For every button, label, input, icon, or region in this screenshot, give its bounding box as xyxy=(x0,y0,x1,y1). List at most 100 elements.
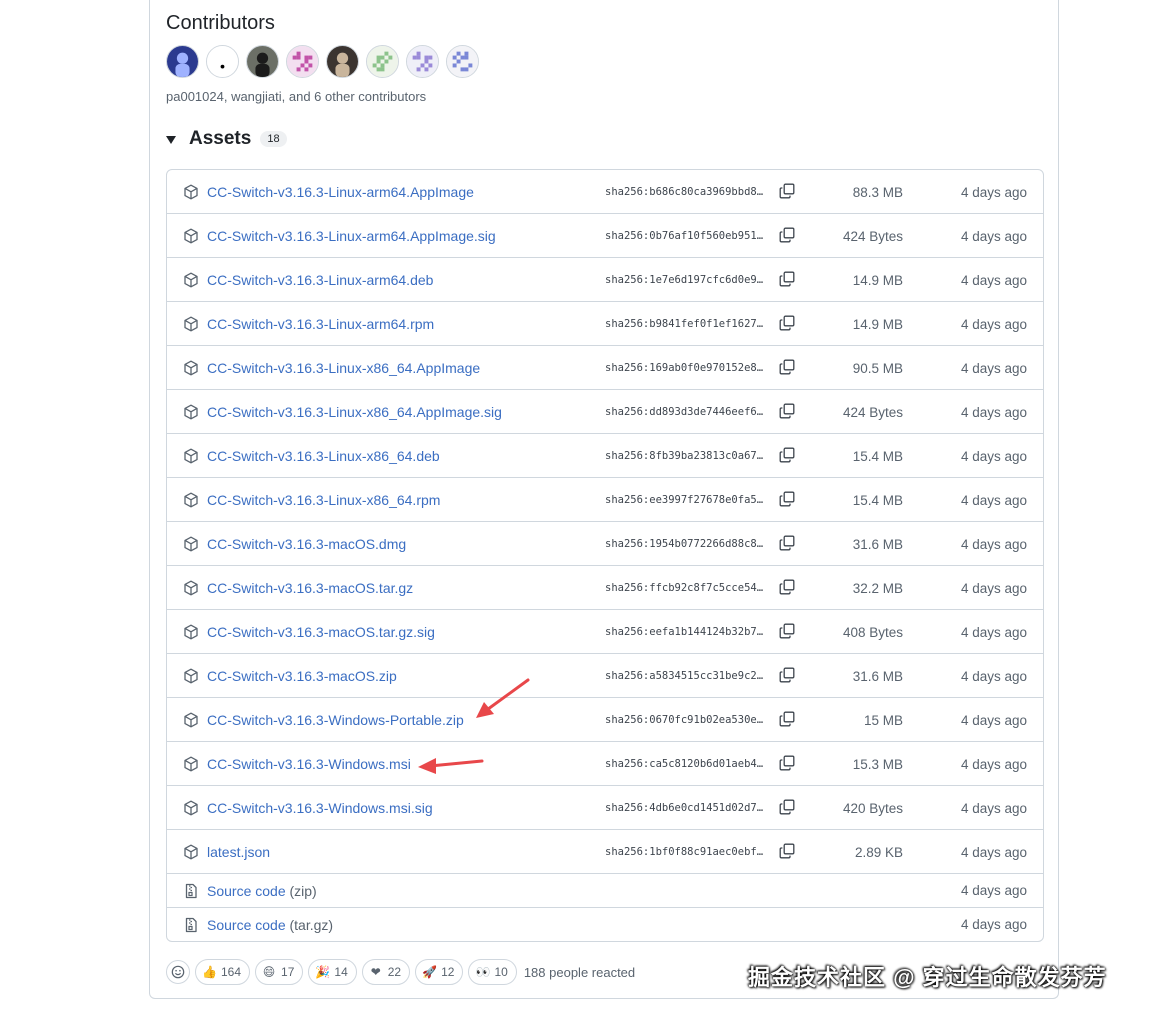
asset-sha256: sha256:ffcb92c8f7c5cce54… xyxy=(605,582,764,594)
asset-download-link[interactable]: CC-Switch-v3.16.3-Linux-x86_64.AppImage xyxy=(207,360,480,376)
copy-icon[interactable] xyxy=(779,491,797,509)
asset-row: CC-Switch-v3.16.3-Linux-x86_64.deb sha25… xyxy=(167,434,1043,478)
asset-sha256: sha256:1954b0772266d88c8… xyxy=(605,538,764,550)
asset-download-link[interactable]: CC-Switch-v3.16.3-Windows-Portable.zip xyxy=(207,712,464,728)
copy-icon[interactable] xyxy=(779,315,797,333)
source-code-link[interactable]: Source code (zip) xyxy=(207,883,317,899)
reaction-button[interactable]: 👀 10 xyxy=(468,959,517,985)
asset-size: 424 Bytes xyxy=(842,229,903,244)
source-code-link[interactable]: Source code (tar.gz) xyxy=(207,917,333,933)
asset-size: 408 Bytes xyxy=(842,625,903,640)
copy-icon[interactable] xyxy=(779,359,797,377)
contributor-avatar[interactable] xyxy=(326,45,359,78)
add-reaction-button[interactable] xyxy=(166,960,190,984)
contributor-avatar[interactable] xyxy=(446,45,479,78)
package-icon xyxy=(183,360,199,376)
contributor-avatar[interactable] xyxy=(406,45,439,78)
contributor-avatar[interactable] xyxy=(246,45,279,78)
asset-size: 15.3 MB xyxy=(852,757,903,772)
laugh-icon: 😄 xyxy=(262,965,276,979)
asset-download-link[interactable]: CC-Switch-v3.16.3-macOS.zip xyxy=(207,668,397,684)
package-icon xyxy=(183,448,199,464)
asset-row: CC-Switch-v3.16.3-Linux-arm64.rpm sha256… xyxy=(167,302,1043,346)
reactions-bar: 👍 164 😄 17 🎉 14 ❤ 22 🚀 12 👀 10 188 people reacted xyxy=(166,959,635,985)
asset-download-link[interactable]: CC-Switch-v3.16.3-Linux-x86_64.deb xyxy=(207,448,440,464)
copy-icon[interactable] xyxy=(779,843,797,861)
asset-row: CC-Switch-v3.16.3-Linux-x86_64.AppImage.… xyxy=(167,390,1043,434)
copy-icon[interactable] xyxy=(779,535,797,553)
copy-icon[interactable] xyxy=(779,755,797,773)
asset-size: 90.5 MB xyxy=(852,361,903,376)
watermark: 掘金技术社区 @ 穿过生命散发芬芳 xyxy=(748,965,1107,990)
file-zip-icon xyxy=(183,883,199,899)
contributor-avatar[interactable] xyxy=(166,45,199,78)
asset-date: 4 days ago xyxy=(960,229,1027,244)
asset-date: 4 days ago xyxy=(960,669,1027,684)
copy-icon[interactable] xyxy=(779,711,797,729)
reaction-count: 164 xyxy=(221,965,242,979)
asset-date: 4 days ago xyxy=(960,185,1027,200)
package-icon xyxy=(183,184,199,200)
asset-download-link[interactable]: CC-Switch-v3.16.3-macOS.tar.gz xyxy=(207,580,413,596)
caret-down-icon[interactable] xyxy=(166,136,176,144)
asset-size: 15.4 MB xyxy=(852,493,903,508)
contributor-avatar[interactable] xyxy=(286,45,319,78)
reaction-button[interactable]: 🚀 12 xyxy=(415,959,464,985)
asset-row: CC-Switch-v3.16.3-Windows.msi.sig sha256… xyxy=(167,786,1043,830)
heart-icon: ❤ xyxy=(370,965,381,979)
copy-icon[interactable] xyxy=(779,799,797,817)
copy-icon[interactable] xyxy=(779,579,797,597)
asset-row: CC-Switch-v3.16.3-macOS.zip sha256:a5834… xyxy=(167,654,1043,698)
asset-download-link[interactable]: CC-Switch-v3.16.3-Linux-arm64.AppImage xyxy=(207,184,474,200)
asset-row: CC-Switch-v3.16.3-Linux-x86_64.AppImage … xyxy=(167,346,1043,390)
reaction-count: 10 xyxy=(494,965,508,979)
contributor-avatar[interactable] xyxy=(366,45,399,78)
contributor-avatar[interactable] xyxy=(206,45,239,78)
source-code-date: 4 days ago xyxy=(960,883,1027,898)
asset-download-link[interactable]: CC-Switch-v3.16.3-macOS.dmg xyxy=(207,536,406,552)
asset-sha256: sha256:1e7e6d197cfc6d0e9… xyxy=(605,274,764,286)
copy-icon[interactable] xyxy=(779,183,797,201)
reaction-button[interactable]: 😄 17 xyxy=(255,959,304,985)
annotation-arrow-portable xyxy=(476,678,530,718)
reaction-count: 22 xyxy=(387,965,402,979)
asset-download-link[interactable]: CC-Switch-v3.16.3-macOS.tar.gz.sig xyxy=(207,624,435,640)
reaction-button[interactable]: 👍 164 xyxy=(195,959,251,985)
asset-row: CC-Switch-v3.16.3-Linux-x86_64.rpm sha25… xyxy=(167,478,1043,522)
asset-download-link[interactable]: CC-Switch-v3.16.3-Linux-arm64.deb xyxy=(207,272,433,288)
asset-date: 4 days ago xyxy=(960,449,1027,464)
assets-toggle[interactable]: Assets 18 xyxy=(166,128,287,150)
package-icon xyxy=(183,668,199,684)
package-icon xyxy=(183,316,199,332)
copy-icon[interactable] xyxy=(779,271,797,289)
reactions-summary: 188 people reacted xyxy=(523,964,636,980)
annotation-arrow-msi xyxy=(418,758,484,774)
asset-date: 4 days ago xyxy=(960,361,1027,376)
asset-download-link[interactable]: latest.json xyxy=(207,844,270,860)
reaction-button[interactable]: ❤ 22 xyxy=(361,959,411,985)
package-icon xyxy=(183,712,199,728)
asset-download-link[interactable]: CC-Switch-v3.16.3-Windows.msi xyxy=(207,756,411,772)
hooray-icon: 🎉 xyxy=(315,965,331,979)
package-icon xyxy=(183,492,199,508)
source-code-format: (zip) xyxy=(289,883,317,899)
asset-download-link[interactable]: CC-Switch-v3.16.3-Windows.msi.sig xyxy=(207,800,433,816)
asset-row: CC-Switch-v3.16.3-Linux-arm64.deb sha256… xyxy=(167,258,1043,302)
reaction-button[interactable]: 🎉 14 xyxy=(308,959,357,985)
asset-date: 4 days ago xyxy=(960,273,1027,288)
asset-download-link[interactable]: CC-Switch-v3.16.3-Linux-x86_64.AppImage.… xyxy=(207,404,502,420)
copy-icon[interactable] xyxy=(779,447,797,465)
copy-icon[interactable] xyxy=(779,667,797,685)
asset-date: 4 days ago xyxy=(960,405,1027,420)
asset-size: 15.4 MB xyxy=(852,449,903,464)
asset-date: 4 days ago xyxy=(960,537,1027,552)
asset-sha256: sha256:ca5c8120b6d01aeb4… xyxy=(605,758,764,770)
copy-icon[interactable] xyxy=(779,403,797,421)
asset-download-link[interactable]: CC-Switch-v3.16.3-Linux-arm64.AppImage.s… xyxy=(207,228,496,244)
copy-icon[interactable] xyxy=(779,623,797,641)
copy-icon[interactable] xyxy=(779,227,797,245)
asset-download-link[interactable]: CC-Switch-v3.16.3-Linux-x86_64.rpm xyxy=(207,492,440,508)
asset-download-link[interactable]: CC-Switch-v3.16.3-Linux-arm64.rpm xyxy=(207,316,434,332)
smiley-icon xyxy=(171,965,185,979)
asset-sha256: sha256:dd893d3de7446eef6… xyxy=(605,406,764,418)
